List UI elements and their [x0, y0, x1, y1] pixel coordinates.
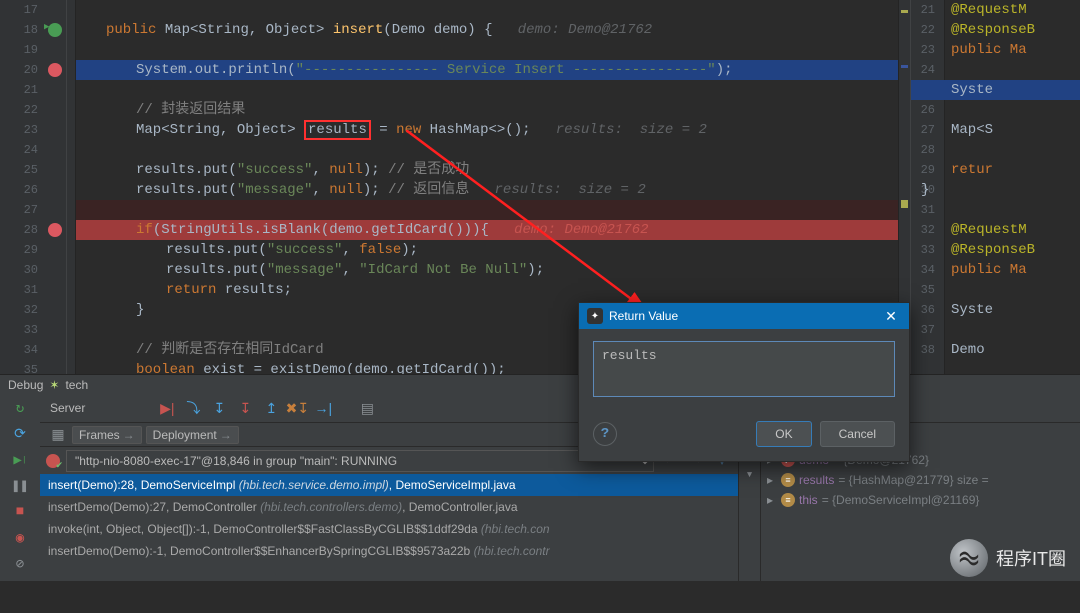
resume-icon[interactable]: ▶|: [10, 450, 30, 470]
debug-process-name: tech: [65, 378, 88, 392]
breakpoint-icon[interactable]: [48, 23, 62, 37]
debug-toolwindow-header[interactable]: Debug ✶ tech: [0, 374, 1080, 394]
bug-icon: ✶: [49, 378, 59, 392]
expression-input[interactable]: results: [593, 341, 895, 397]
evaluate-icon[interactable]: ▤: [357, 398, 377, 418]
app-icon: ✦: [587, 308, 603, 324]
restore-layout-icon[interactable]: ▦: [48, 425, 68, 445]
editor-gutter[interactable]: 17 18 ▶ 19 20 21 22 23 24 25 26 27 28 29…: [0, 0, 76, 374]
breakpoint-icon[interactable]: [48, 63, 62, 77]
mute-bp-icon[interactable]: ⊘: [10, 554, 30, 574]
return-value-dialog: ✦ Return Value ✕ results ? OK Cancel: [578, 302, 910, 462]
stack-frame[interactable]: insertDemo(Demo):27, DemoController (hbi…: [40, 496, 738, 518]
stack-frame[interactable]: insertDemo(Demo):-1, DemoController$$Enh…: [40, 540, 738, 562]
frames-tab[interactable]: Frames →: [72, 426, 142, 444]
watermark: 程序IT圈: [950, 539, 1066, 577]
variable-row[interactable]: ▸≡ this = {DemoServiceImpl@21169}: [761, 490, 1080, 510]
rerun-icon[interactable]: ↻: [10, 398, 30, 418]
stop-icon[interactable]: ■: [10, 502, 30, 522]
stack-frame[interactable]: insert(Demo):28, DemoServiceImpl (hbi.te…: [40, 474, 738, 496]
update-icon[interactable]: ⟳: [10, 424, 30, 444]
variable-row[interactable]: ▸≡ results = {HashMap@21779} size =: [761, 470, 1080, 490]
highlighted-variable: results: [304, 120, 371, 140]
breakpoint-icon[interactable]: [48, 223, 62, 237]
step-over-icon[interactable]: ⤵: [183, 398, 203, 418]
step-out-icon[interactable]: ↥: [261, 398, 281, 418]
breakpoints-icon[interactable]: ◉: [10, 528, 30, 548]
close-icon[interactable]: ✕: [881, 308, 901, 325]
run-to-cursor-icon[interactable]: →|: [313, 398, 333, 418]
force-step-into-icon[interactable]: ↧: [235, 398, 255, 418]
pause-icon[interactable]: ❚❚: [10, 476, 30, 496]
server-tab[interactable]: Server: [50, 401, 85, 415]
frames-list[interactable]: insert(Demo):28, DemoServiceImpl (hbi.te…: [40, 474, 738, 581]
thread-status-icon: ✔: [46, 454, 60, 468]
dialog-titlebar[interactable]: ✦ Return Value ✕: [579, 303, 909, 329]
down-icon[interactable]: ▾: [746, 467, 754, 482]
debug-side-toolbar: ↻ ⟳ ▶| ❚❚ ■ ◉ ⊘: [0, 394, 40, 581]
thread-selector[interactable]: "http-nio-8080-exec-17"@18,846 in group …: [66, 450, 654, 472]
help-icon[interactable]: ?: [593, 422, 617, 446]
ok-button[interactable]: OK: [756, 421, 811, 447]
stack-frame[interactable]: invoke(int, Object, Object[]):-1, DemoCo…: [40, 518, 738, 540]
cancel-button[interactable]: Cancel: [820, 421, 895, 447]
drop-frame-icon[interactable]: ✖↧: [287, 398, 307, 418]
deployment-tab[interactable]: Deployment →: [146, 426, 239, 444]
split-editor-right[interactable]: 21 22 23 24 25 26 27 28 29 30 31 32 33 3…: [910, 0, 1080, 374]
dialog-title: Return Value: [609, 309, 678, 323]
show-exec-point-icon[interactable]: ▶|: [157, 398, 177, 418]
frame-nav-buttons: ▴ ▾: [738, 446, 760, 581]
step-into-icon[interactable]: ↧: [209, 398, 229, 418]
